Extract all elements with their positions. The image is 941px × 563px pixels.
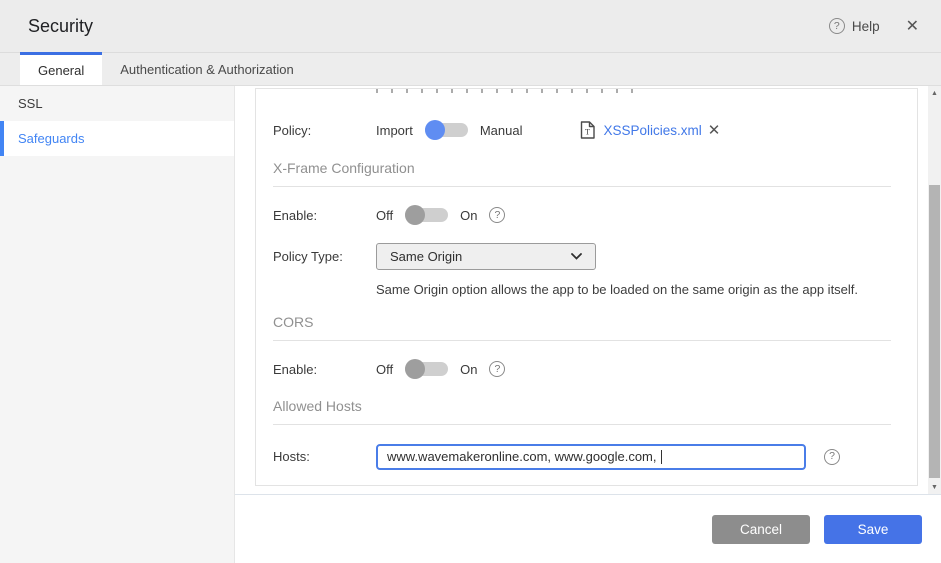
section-divider xyxy=(273,340,891,341)
policy-file: T XSSPolicies.xml xyxy=(580,121,702,139)
help-button[interactable]: ? Help xyxy=(828,18,880,34)
hosts-help-icon[interactable]: ? xyxy=(824,448,840,465)
scroll-up-icon[interactable]: ▲ xyxy=(928,89,941,99)
policy-type-label: Policy Type: xyxy=(273,249,343,264)
xframe-enable-toggle[interactable] xyxy=(405,205,449,225)
clipped-scrolled-row xyxy=(376,89,638,93)
xframe-on-label: On xyxy=(460,207,478,223)
hosts-input[interactable]: www.wavemakeronline.com, www.google.com, xyxy=(376,443,806,470)
section-divider xyxy=(273,424,891,425)
help-label: Help xyxy=(851,18,880,34)
cors-on-label: On xyxy=(460,361,478,377)
header-actions: ? Help ✕ xyxy=(828,14,923,38)
scroll-down-icon[interactable]: ▼ xyxy=(928,483,941,493)
sidebar-item-ssl[interactable]: SSL xyxy=(0,86,234,121)
policy-type-helper-text: Same Origin option allows the app to be … xyxy=(376,282,859,297)
safeguards-panel: Policy: Import Manual T XSSPolicies.xml … xyxy=(255,88,918,486)
cancel-button[interactable]: Cancel xyxy=(712,514,810,544)
policy-option-manual[interactable]: Manual xyxy=(480,123,523,138)
section-divider xyxy=(273,186,891,187)
hosts-label: Hosts: xyxy=(273,449,310,464)
text-caret xyxy=(661,449,663,464)
hosts-row: Hosts: www.wavemakeronline.com, www.goog… xyxy=(273,443,891,470)
remove-file-icon[interactable]: ✕ xyxy=(708,121,721,139)
xframe-enable-label: Enable: xyxy=(273,207,318,223)
sidebar-item-safeguards[interactable]: Safeguards xyxy=(0,121,234,156)
svg-text:T: T xyxy=(585,127,591,137)
tab-general[interactable]: General xyxy=(20,52,103,85)
security-dialog: Security ? Help ✕ General Authentication… xyxy=(0,0,941,563)
cors-enable-label: Enable: xyxy=(273,361,318,377)
cors-off-label: Off xyxy=(376,361,394,377)
policy-type-row: Policy Type: Same Origin xyxy=(273,243,891,270)
file-text-icon: T xyxy=(581,121,596,139)
page-title: Security xyxy=(28,15,94,36)
toggle-knob xyxy=(405,205,426,225)
cors-enable-row: Enable: Off On ? xyxy=(273,357,891,381)
xframe-off-label: Off xyxy=(376,207,394,223)
main-area: Policy: Import Manual T XSSPolicies.xml … xyxy=(235,86,941,563)
policy-option-import[interactable]: Import xyxy=(376,123,413,138)
cors-enable-toggle[interactable] xyxy=(405,359,449,379)
chevron-down-icon xyxy=(571,253,582,260)
xframe-section-heading: X-Frame Configuration xyxy=(273,160,415,176)
allowed-hosts-heading: Allowed Hosts xyxy=(273,398,362,414)
policy-type-value: Same Origin xyxy=(390,249,463,264)
policy-label: Policy: xyxy=(273,122,312,138)
hosts-input-value: www.wavemakeronline.com, www.google.com, xyxy=(387,449,661,464)
dialog-footer: Cancel Save xyxy=(235,494,941,563)
cors-help-icon[interactable]: ? xyxy=(489,361,506,377)
close-icon[interactable]: ✕ xyxy=(902,14,923,38)
dialog-body: SSL Safeguards Policy: Import Manual T X… xyxy=(0,86,941,563)
policy-type-select[interactable]: Same Origin xyxy=(376,243,596,270)
policy-toggle[interactable] xyxy=(424,120,468,140)
xss-policies-file-link[interactable]: XSSPolicies.xml xyxy=(603,123,701,138)
content-viewport: Policy: Import Manual T XSSPolicies.xml … xyxy=(235,86,941,494)
tab-strip: General Authentication & Authorization xyxy=(0,52,941,86)
save-button[interactable]: Save xyxy=(824,514,922,544)
xframe-enable-row: Enable: Off On ? xyxy=(273,203,891,227)
sidebar: SSL Safeguards xyxy=(0,86,235,563)
tab-authentication-authorization[interactable]: Authentication & Authorization xyxy=(102,53,311,85)
cors-section-heading: CORS xyxy=(273,314,314,330)
xframe-help-icon[interactable]: ? xyxy=(489,207,506,223)
scrollbar-thumb[interactable] xyxy=(929,185,940,478)
vertical-scrollbar[interactable]: ▲ ▼ xyxy=(928,86,941,494)
help-circle-icon: ? xyxy=(828,18,845,34)
policy-row: Policy: Import Manual T XSSPolicies.xml … xyxy=(273,117,891,143)
toggle-knob xyxy=(424,120,445,140)
dialog-header: Security ? Help ✕ xyxy=(0,0,941,52)
toggle-knob xyxy=(405,359,426,379)
